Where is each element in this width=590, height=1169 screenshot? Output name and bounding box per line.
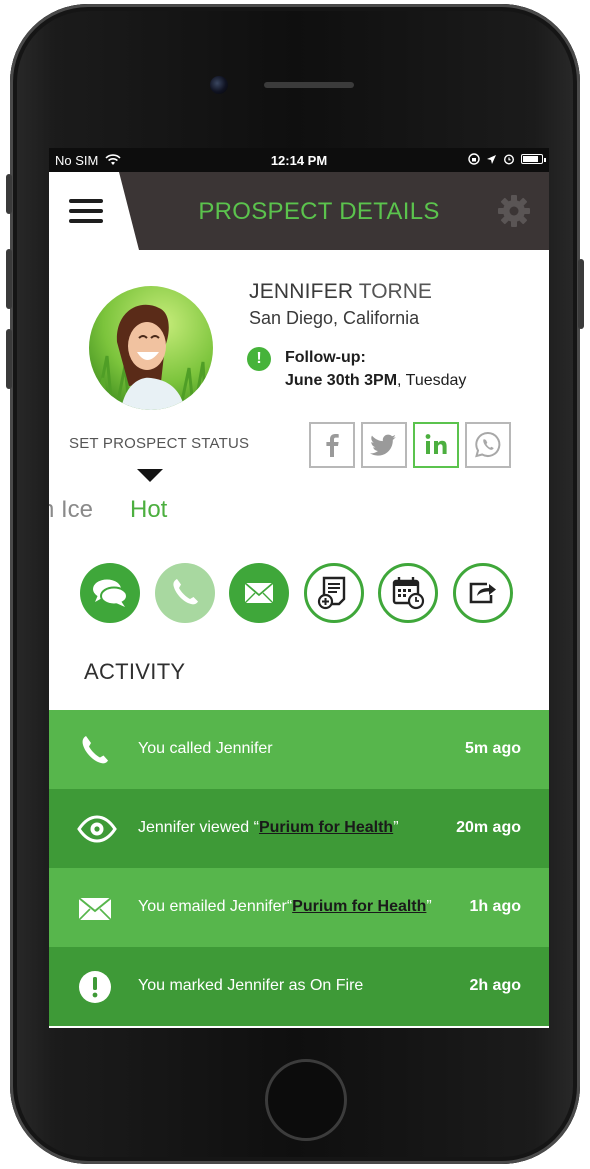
home-button[interactable] bbox=[265, 1059, 347, 1141]
activity-item[interactable]: Jennifer viewed “Purium for Health” 20m … bbox=[49, 789, 549, 868]
activity-item[interactable]: You marked Jennifer as On Fire 2h ago bbox=[49, 947, 549, 1026]
status-bar: No SIM 12:14 PM bbox=[49, 148, 549, 172]
activity-text: You called Jennifer bbox=[138, 740, 273, 757]
whatsapp-button[interactable] bbox=[465, 422, 511, 468]
activity-feed: You called Jennifer 5m ago Jennifer view… bbox=[49, 710, 549, 1028]
activity-time: 20m ago bbox=[456, 819, 521, 836]
volume-up-button bbox=[6, 249, 12, 309]
activity-text: You emailed Jennifer bbox=[138, 898, 287, 915]
activity-time: 1h ago bbox=[469, 898, 521, 915]
status-option-selected[interactable]: Hot bbox=[130, 496, 167, 524]
front-camera bbox=[210, 76, 228, 94]
avatar[interactable] bbox=[89, 286, 213, 410]
calendar-icon bbox=[392, 577, 425, 610]
phone-icon bbox=[82, 736, 108, 764]
hamburger-icon[interactable] bbox=[69, 197, 105, 225]
last-name: TORNE bbox=[358, 280, 432, 303]
mute-switch bbox=[6, 174, 12, 214]
prospect-status-label: SET PROSPECT STATUS bbox=[69, 435, 250, 452]
eye-icon bbox=[77, 815, 117, 843]
activity-heading: ACTIVITY bbox=[84, 659, 186, 684]
rotation-lock-icon bbox=[468, 153, 480, 165]
schedule-button[interactable] bbox=[378, 563, 438, 623]
email-button[interactable] bbox=[229, 563, 289, 623]
activity-text: You marked Jennifer as On Fire bbox=[138, 977, 364, 994]
content-link[interactable]: Purium for Health bbox=[259, 819, 393, 836]
call-button[interactable] bbox=[155, 563, 215, 623]
earpiece-speaker bbox=[264, 82, 354, 88]
volume-down-button bbox=[6, 329, 12, 389]
gear-icon[interactable] bbox=[497, 194, 531, 228]
avatar-photo bbox=[89, 286, 213, 410]
battery-icon bbox=[521, 154, 546, 164]
facebook-icon bbox=[326, 434, 339, 457]
status-option-previous[interactable]: n Ice bbox=[49, 496, 93, 524]
first-name: JENNIFER bbox=[249, 280, 354, 303]
share-button[interactable] bbox=[453, 563, 513, 623]
whatsapp-icon bbox=[475, 431, 501, 458]
location-icon bbox=[487, 154, 496, 164]
alert-icon: ! bbox=[247, 347, 271, 371]
chat-icon bbox=[93, 579, 128, 607]
mail-icon bbox=[244, 582, 274, 604]
power-button bbox=[578, 259, 584, 329]
activity-item[interactable]: You called Jennifer 5m ago bbox=[49, 710, 549, 789]
follow-up-label: Follow-up: bbox=[285, 349, 366, 366]
activity-item[interactable]: You emailed Jennifer“Purium for Health” … bbox=[49, 868, 549, 947]
share-icon bbox=[469, 582, 496, 604]
twitter-button[interactable] bbox=[361, 422, 407, 468]
linkedin-icon bbox=[425, 434, 447, 454]
alert-icon bbox=[79, 971, 111, 1003]
status-pointer-icon bbox=[137, 469, 163, 482]
activity-time: 5m ago bbox=[464, 740, 521, 757]
chat-button[interactable] bbox=[80, 563, 140, 623]
follow-up-date[interactable]: June 30th 3PM, Tuesday bbox=[285, 372, 466, 390]
prospect-name: JENNIFER TORNE bbox=[249, 280, 432, 304]
app-header: PROSPECT DETAILS bbox=[49, 172, 549, 250]
content-link[interactable]: Purium for Health bbox=[292, 898, 426, 915]
add-note-button[interactable] bbox=[304, 563, 364, 623]
facebook-button[interactable] bbox=[309, 422, 355, 468]
prospect-location: San Diego, California bbox=[249, 308, 420, 328]
add-note-icon bbox=[317, 576, 346, 610]
app-screen: No SIM 12:14 PM PROSPECT DETAILS JENNIFE… bbox=[49, 148, 549, 1028]
mail-icon bbox=[78, 897, 112, 921]
activity-time: 2h ago bbox=[469, 977, 521, 994]
linkedin-button[interactable] bbox=[413, 422, 459, 468]
twitter-icon bbox=[370, 434, 396, 456]
page-title: PROSPECT DETAILS bbox=[198, 198, 440, 225]
alarm-icon bbox=[503, 154, 515, 165]
phone-icon bbox=[173, 579, 198, 605]
activity-text: Jennifer viewed bbox=[138, 819, 254, 836]
